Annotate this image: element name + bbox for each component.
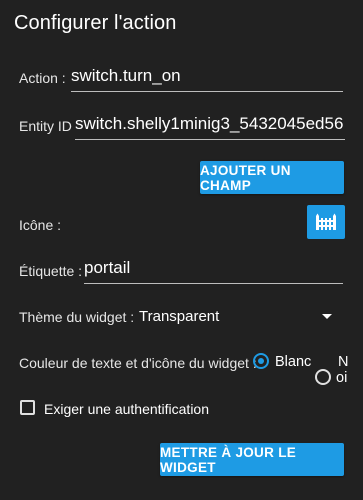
color-white-radio[interactable] <box>253 353 269 369</box>
action-input[interactable] <box>71 66 343 86</box>
require-auth-checkbox[interactable] <box>20 400 35 415</box>
entity-id-input[interactable] <box>75 114 345 134</box>
gate-icon <box>316 213 336 230</box>
widget-theme-label: Thème du widget : <box>19 309 135 325</box>
tag-input[interactable] <box>84 258 343 278</box>
color-black-radio[interactable] <box>315 369 331 385</box>
color-white-label: Blanc <box>275 354 312 370</box>
entity-id-field[interactable] <box>75 114 345 140</box>
entity-id-label: Entity ID <box>19 118 72 134</box>
add-field-button[interactable]: AJOUTER UN CHAMP <box>200 161 344 194</box>
action-label: Action : <box>19 70 66 86</box>
tag-field[interactable] <box>84 258 343 284</box>
update-widget-button[interactable]: METTRE À JOUR LE WIDGET <box>160 443 344 476</box>
dropdown-caret-icon <box>322 314 332 319</box>
widget-theme-select[interactable]: Transparent <box>137 306 342 328</box>
icon-picker-button[interactable] <box>307 205 345 239</box>
widget-theme-value: Transparent <box>139 308 220 325</box>
color-black-label-line1: N <box>338 354 349 370</box>
tag-label: Étiquette : <box>19 263 83 279</box>
configure-action-dialog: Configurer l'action Action : Entity ID A… <box>0 0 363 500</box>
require-auth-label: Exiger une authentification <box>44 401 209 417</box>
color-black-label-line2: oi <box>336 370 348 386</box>
action-field[interactable] <box>71 66 343 92</box>
icon-label: Icône : <box>19 217 62 233</box>
dialog-title: Configurer l'action <box>14 12 177 34</box>
text-icon-color-label: Couleur de texte et d'icône du widget : <box>19 355 257 371</box>
